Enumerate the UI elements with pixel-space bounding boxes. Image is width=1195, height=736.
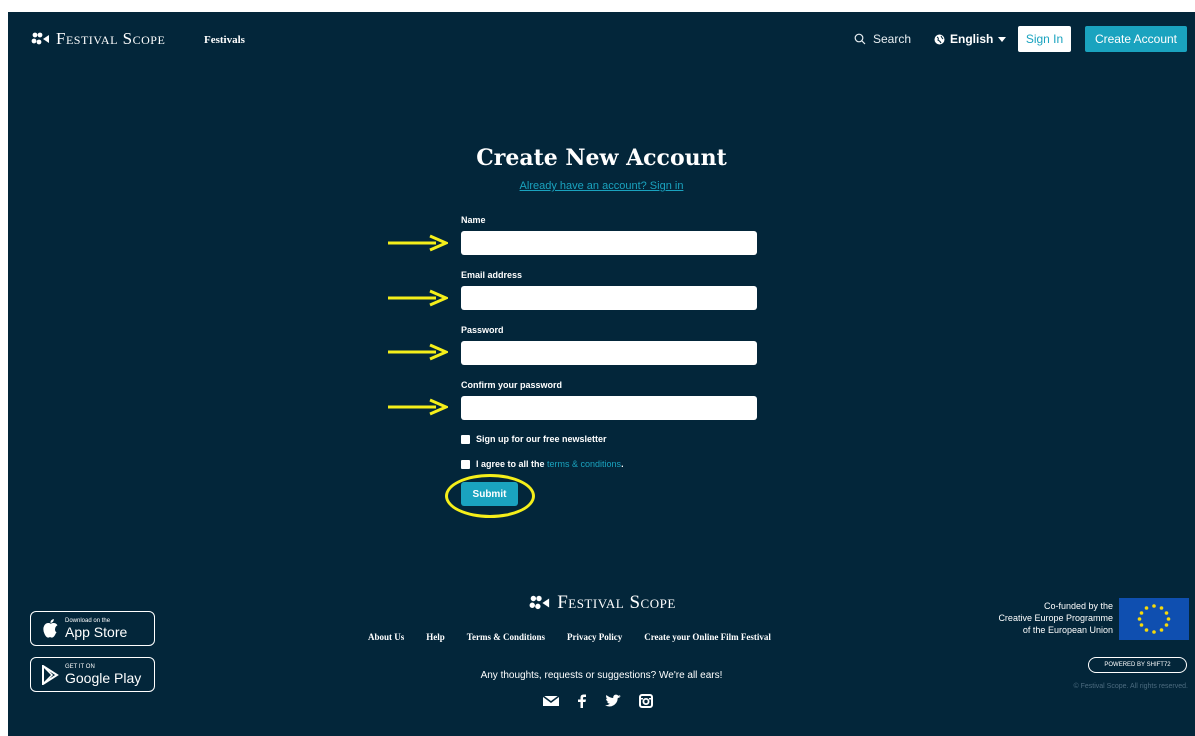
signin-button[interactable]: Sign In bbox=[1018, 26, 1071, 52]
footer-link-terms[interactable]: Terms & Conditions bbox=[467, 632, 545, 642]
annotation-arrow-icon bbox=[388, 343, 448, 361]
copyright-text: © Festival Scope. All rights reserved. bbox=[1073, 683, 1188, 690]
search-button[interactable]: Search bbox=[854, 32, 911, 46]
language-label: English bbox=[950, 32, 994, 46]
confirm-password-label: Confirm your password bbox=[461, 380, 563, 390]
footer-link-about[interactable]: About Us bbox=[368, 632, 404, 642]
confirm-password-field[interactable] bbox=[461, 396, 757, 420]
caret-down-icon bbox=[998, 36, 1007, 42]
eu-flag-icon bbox=[1119, 598, 1189, 640]
powered-by-badge[interactable]: POWERED BY SHIFT72 bbox=[1088, 657, 1187, 673]
eu-funding-text: Co-funded by the Creative Europe Program… bbox=[998, 601, 1113, 635]
terms-link[interactable]: terms & conditions bbox=[547, 459, 621, 469]
google-play-badge[interactable]: GET IT ON Google Play bbox=[30, 657, 155, 692]
email-field[interactable] bbox=[461, 286, 757, 310]
annotation-arrow-icon bbox=[388, 398, 448, 416]
name-label: Name bbox=[461, 215, 486, 225]
terms-checkbox-row[interactable]: I agree to all the terms & conditions. bbox=[461, 459, 624, 469]
footer-brand-name: Festival Scope bbox=[557, 592, 676, 613]
newsletter-checkbox[interactable] bbox=[461, 434, 470, 444]
brand-name: Festival Scope bbox=[56, 29, 166, 48]
language-dropdown[interactable]: English bbox=[934, 32, 1007, 46]
footer-links: About Us Help Terms & Conditions Privacy… bbox=[368, 632, 771, 642]
newsletter-checkbox-row[interactable]: Sign up for our free newsletter bbox=[461, 434, 607, 444]
google-play-text: GET IT ON Google Play bbox=[65, 663, 142, 686]
password-field[interactable] bbox=[461, 341, 757, 365]
newsletter-label: Sign up for our free newsletter bbox=[476, 434, 607, 444]
terms-agree-text: I agree to all the terms & conditions. bbox=[476, 459, 624, 469]
instagram-icon[interactable] bbox=[639, 694, 653, 708]
page-title: Create New Account bbox=[476, 145, 727, 171]
footer-link-create-festival[interactable]: Create your Online Film Festival bbox=[644, 632, 771, 642]
password-label: Password bbox=[461, 325, 504, 335]
facebook-icon[interactable] bbox=[577, 694, 587, 708]
nav-festivals[interactable]: Festivals bbox=[204, 34, 245, 46]
app-store-badge[interactable]: Download on the App Store bbox=[30, 611, 155, 646]
footer-link-help[interactable]: Help bbox=[426, 632, 445, 642]
festival-scope-logo-icon bbox=[529, 595, 550, 610]
twitter-icon[interactable] bbox=[605, 694, 621, 708]
app-store-text: Download on the App Store bbox=[65, 617, 128, 640]
app-window: Festival Scope Festivals Search English … bbox=[8, 12, 1195, 736]
annotation-circle bbox=[445, 474, 535, 518]
festival-scope-logo-icon bbox=[31, 32, 49, 45]
play-store-icon bbox=[42, 664, 59, 685]
footer-link-privacy[interactable]: Privacy Policy bbox=[567, 632, 622, 642]
mail-icon[interactable] bbox=[543, 694, 559, 708]
search-icon bbox=[854, 33, 866, 45]
apple-icon bbox=[43, 618, 58, 638]
terms-checkbox[interactable] bbox=[461, 459, 470, 469]
create-account-button[interactable]: Create Account bbox=[1085, 26, 1187, 52]
search-label: Search bbox=[873, 32, 912, 46]
email-label: Email address bbox=[461, 270, 523, 280]
brand-logo[interactable]: Festival Scope bbox=[30, 29, 165, 49]
globe-icon bbox=[934, 34, 945, 44]
annotation-arrow-icon bbox=[388, 289, 448, 307]
name-field[interactable] bbox=[461, 231, 757, 255]
footer-message: Any thoughts, requests or suggestions? W… bbox=[480, 670, 723, 681]
annotation-arrow-icon bbox=[388, 234, 448, 252]
social-links bbox=[543, 694, 653, 708]
signin-link[interactable]: Already have an account? Sign in bbox=[8, 180, 1195, 192]
